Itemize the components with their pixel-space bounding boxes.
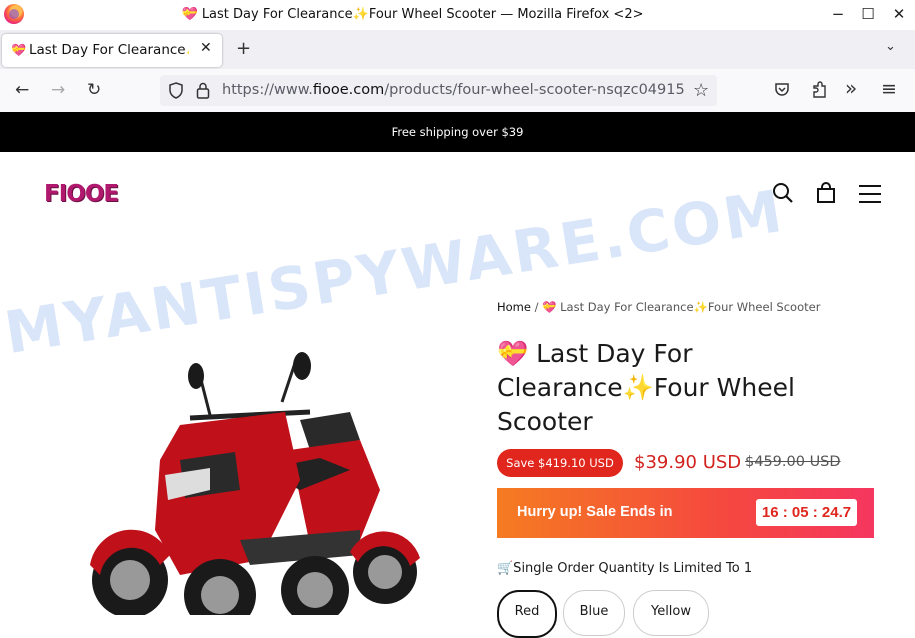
list-all-tabs-button[interactable]: ⌄ xyxy=(885,39,896,54)
countdown-label: Hurry up! Sale Ends in xyxy=(517,504,673,520)
tab-title: Last Day For Clearance✨Four Wheel Scoote… xyxy=(29,42,189,58)
overflow-menu-button[interactable]: » xyxy=(845,78,857,98)
url-host: fiooe.com xyxy=(312,82,385,98)
site-logo[interactable]: FIOOE xyxy=(44,181,119,207)
back-button[interactable]: ← xyxy=(15,80,29,100)
url-bar[interactable]: https://www.fiooe.com/products/four-whee… xyxy=(160,75,717,106)
new-tab-button[interactable]: + xyxy=(236,38,251,59)
countdown-timer: 16 : 05 : 24.7 xyxy=(756,499,857,526)
countdown-banner: Hurry up! Sale Ends in 16 : 05 : 24.7 xyxy=(497,488,874,538)
variant-yellow-button[interactable]: Yellow xyxy=(633,590,709,636)
url-text[interactable]: https://www.fiooe.com/products/four-whee… xyxy=(222,82,687,98)
tab-close-button[interactable]: ✕ xyxy=(200,40,212,56)
minimize-button[interactable]: − xyxy=(823,3,853,25)
pocket-icon[interactable] xyxy=(774,82,790,98)
search-icon[interactable] xyxy=(772,182,794,204)
save-badge: Save $419.10 USD xyxy=(497,449,623,477)
breadcrumb-current: 💝 Last Day For Clearance✨Four Wheel Scoo… xyxy=(542,300,821,314)
variant-blue-button[interactable]: Blue xyxy=(563,590,625,636)
product-title: 💝 Last Day For Clearance✨Four Wheel Scoo… xyxy=(497,339,795,436)
hamburger-menu-icon[interactable] xyxy=(858,184,882,204)
quantity-limit-note: 🛒Single Order Quantity Is Limited To 1 xyxy=(497,561,753,576)
window-title: 💝 Last Day For Clearance✨Four Wheel Scoo… xyxy=(181,7,644,22)
breadcrumb-home-link[interactable]: Home xyxy=(497,300,531,314)
cart-icon[interactable] xyxy=(816,182,836,204)
window-titlebar: 💝 Last Day For Clearance✨Four Wheel Scoo… xyxy=(0,0,915,31)
breadcrumb-separator: / xyxy=(534,300,539,314)
maximize-button[interactable]: ☐ xyxy=(853,3,883,25)
bookmark-star-icon[interactable]: ☆ xyxy=(693,80,709,101)
product-image xyxy=(90,352,420,615)
url-path: /products/four-wheel-scooter-nsqzc04915 xyxy=(384,82,685,98)
navigation-toolbar: ← → ↻ https://www.fiooe.com/products/fou… xyxy=(0,69,915,113)
tracking-shield-icon[interactable] xyxy=(168,82,184,99)
url-scheme: https://www. xyxy=(222,82,313,98)
compare-price: $459.00 USD xyxy=(745,454,841,470)
tab-strip: 💝 Last Day For Clearance✨Four Wheel Scoo… xyxy=(0,30,915,69)
close-window-button[interactable]: ✕ xyxy=(884,3,914,25)
lock-icon[interactable] xyxy=(196,82,210,99)
forward-button[interactable]: → xyxy=(51,80,65,100)
sale-price: $39.90 USD xyxy=(634,452,742,473)
tab-favicon-icon: 💝 xyxy=(11,43,26,57)
tab-active[interactable]: 💝 Last Day For Clearance✨Four Wheel Scoo… xyxy=(2,34,222,67)
announcement-bar: Free shipping over $39 xyxy=(0,112,915,152)
app-menu-button[interactable]: ≡ xyxy=(881,79,897,99)
extensions-icon[interactable] xyxy=(811,81,828,99)
variant-red-button[interactable]: Red xyxy=(497,590,557,638)
breadcrumb: Home / 💝 Last Day For Clearance✨Four Whe… xyxy=(497,300,820,314)
reload-button[interactable]: ↻ xyxy=(87,80,101,100)
